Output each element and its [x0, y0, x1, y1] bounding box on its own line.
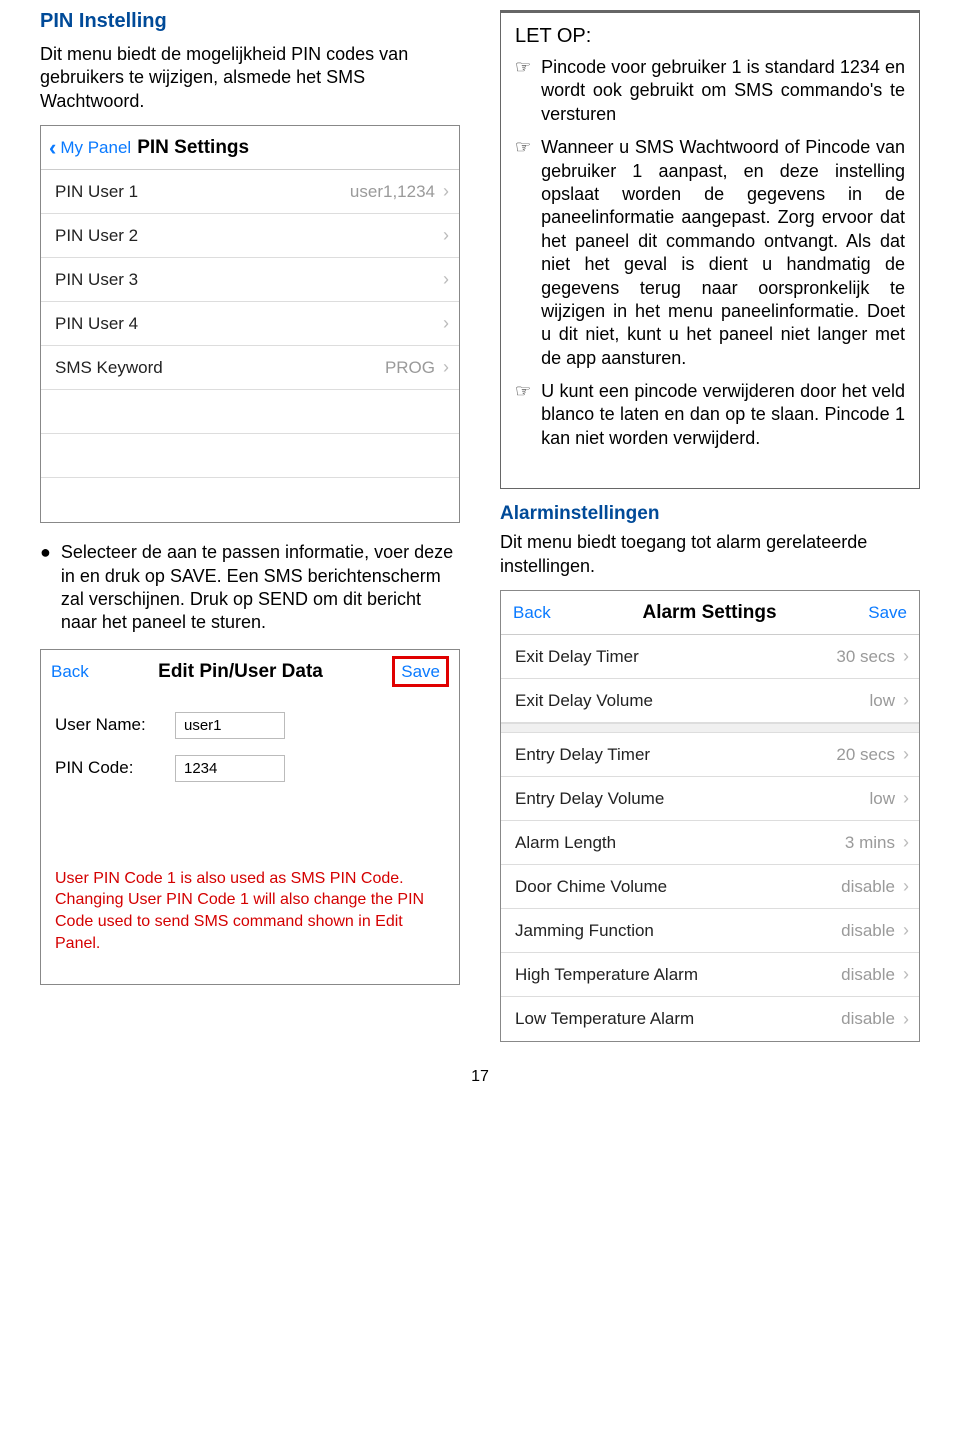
pin-user-2-row[interactable]: PIN User 2 ›	[41, 214, 459, 258]
hand-point-icon: ☞	[515, 56, 531, 126]
bullet-text: Selecteer de aan te passen informatie, v…	[61, 541, 460, 635]
high-temp-alarm-row[interactable]: High Temperature Alarm disable ›	[501, 953, 919, 997]
chevron-right-icon: ›	[903, 832, 909, 853]
notice-box: LET OP: ☞ Pincode voor gebruiker 1 is st…	[500, 10, 920, 489]
username-label: User Name:	[55, 715, 175, 735]
pin-user-3-row[interactable]: PIN User 3 ›	[41, 258, 459, 302]
section-heading-pin: PIN Instelling	[40, 10, 460, 33]
entry-delay-timer-row[interactable]: Entry Delay Timer 20 secs ›	[501, 733, 919, 777]
instruction-bullet: ● Selecteer de aan te passen informatie,…	[40, 541, 460, 635]
notice-text: Wanneer u SMS Wachtwoord of Pincode van …	[541, 136, 905, 370]
row-value: disable	[841, 965, 895, 985]
pin-user-4-row[interactable]: PIN User 4 ›	[41, 302, 459, 346]
chevron-right-icon: ›	[443, 313, 449, 334]
row-label: PIN User 2	[55, 226, 138, 246]
chevron-right-icon: ›	[903, 646, 909, 667]
chevron-right-icon: ›	[443, 269, 449, 290]
row-label: PIN User 1	[55, 182, 138, 202]
row-label: Entry Delay Volume	[515, 789, 664, 809]
empty-row	[41, 478, 459, 522]
chevron-right-icon: ›	[903, 876, 909, 897]
pin-user-1-row[interactable]: PIN User 1 user1,1234 ›	[41, 170, 459, 214]
low-temp-alarm-row[interactable]: Low Temperature Alarm disable ›	[501, 997, 919, 1041]
door-chime-volume-row[interactable]: Door Chime Volume disable ›	[501, 865, 919, 909]
row-value: low	[869, 691, 895, 711]
chevron-right-icon: ›	[903, 690, 909, 711]
row-value: disable	[841, 921, 895, 941]
sms-keyword-row[interactable]: SMS Keyword PROG ›	[41, 346, 459, 390]
back-button[interactable]: Back	[513, 603, 551, 623]
intro-text: Dit menu biedt de mogelijkheid PIN codes…	[40, 43, 460, 113]
chevron-right-icon: ›	[443, 181, 449, 202]
chevron-right-icon: ›	[903, 1009, 909, 1030]
back-label: My Panel	[60, 138, 131, 158]
chevron-left-icon: ‹	[49, 137, 56, 159]
row-label: Exit Delay Volume	[515, 691, 653, 711]
empty-row	[41, 390, 459, 434]
hand-point-icon: ☞	[515, 380, 531, 450]
back-button-mypanel[interactable]: ‹ My Panel	[49, 137, 131, 159]
row-value: low	[869, 789, 895, 809]
chevron-right-icon: ›	[903, 964, 909, 985]
alarm-intro: Dit menu biedt toegang tot alarm gerelat…	[500, 531, 920, 578]
exit-delay-volume-row[interactable]: Exit Delay Volume low ›	[501, 679, 919, 723]
hand-point-icon: ☞	[515, 136, 531, 370]
row-label: Door Chime Volume	[515, 877, 667, 897]
notice-title: LET OP:	[515, 25, 905, 48]
row-label: SMS Keyword	[55, 358, 163, 378]
chevron-right-icon: ›	[903, 744, 909, 765]
group-separator	[501, 723, 919, 733]
row-value: disable	[841, 1009, 895, 1029]
row-label: Entry Delay Timer	[515, 745, 650, 765]
pincode-label: PIN Code:	[55, 758, 175, 778]
row-value: disable	[841, 877, 895, 897]
chevron-right-icon: ›	[443, 225, 449, 246]
section-heading-alarm: Alarminstellingen	[500, 503, 920, 525]
empty-row	[41, 434, 459, 478]
alarm-settings-panel: Back Alarm Settings Save Exit Delay Time…	[500, 590, 920, 1042]
alarm-length-row[interactable]: Alarm Length 3 mins ›	[501, 821, 919, 865]
row-label: PIN User 4	[55, 314, 138, 334]
row-value: 20 secs	[836, 745, 895, 765]
notice-text: U kunt een pincode verwijderen door het …	[541, 380, 905, 450]
entry-delay-volume-row[interactable]: Entry Delay Volume low ›	[501, 777, 919, 821]
panel-title: Alarm Settings	[642, 602, 776, 624]
chevron-right-icon: ›	[443, 357, 449, 378]
exit-delay-timer-row[interactable]: Exit Delay Timer 30 secs ›	[501, 635, 919, 679]
jamming-function-row[interactable]: Jamming Function disable ›	[501, 909, 919, 953]
row-label: Exit Delay Timer	[515, 647, 639, 667]
pincode-input[interactable]	[175, 755, 285, 782]
row-label: High Temperature Alarm	[515, 965, 698, 985]
chevron-right-icon: ›	[903, 788, 909, 809]
bullet-icon: ●	[40, 541, 51, 635]
username-input[interactable]	[175, 712, 285, 739]
row-value: 30 secs	[836, 647, 895, 667]
row-label: Jamming Function	[515, 921, 654, 941]
warning-note: User PIN Code 1 is also used as SMS PIN …	[41, 868, 459, 954]
row-label: Alarm Length	[515, 833, 616, 853]
edit-pin-panel: Back Edit Pin/User Data Save User Name: …	[40, 649, 460, 985]
save-button[interactable]: Save	[868, 603, 907, 623]
notice-text: Pincode voor gebruiker 1 is standard 123…	[541, 56, 905, 126]
panel-title: Edit Pin/User Data	[158, 661, 323, 683]
panel-title: PIN Settings	[137, 137, 249, 159]
save-highlight-box: Save	[392, 656, 449, 687]
pin-settings-panel: ‹ My Panel PIN Settings PIN User 1 user1…	[40, 125, 460, 523]
row-value: 3 mins	[845, 833, 895, 853]
page-number: 17	[40, 1068, 920, 1086]
save-button[interactable]: Save	[401, 662, 440, 681]
back-button[interactable]: Back	[51, 662, 89, 682]
row-label: PIN User 3	[55, 270, 138, 290]
row-value: PROG	[385, 358, 435, 378]
row-label: Low Temperature Alarm	[515, 1009, 694, 1029]
row-value: user1,1234	[350, 182, 435, 202]
chevron-right-icon: ›	[903, 920, 909, 941]
